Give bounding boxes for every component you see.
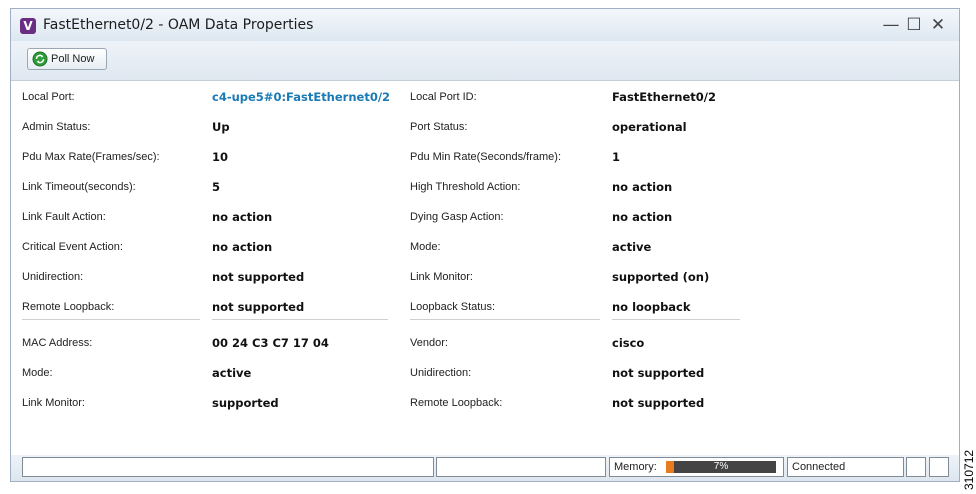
app-icon: V <box>20 18 36 34</box>
property-label: Local Port: <box>22 91 75 103</box>
divider-center-right <box>410 319 600 320</box>
property-label: Mode: <box>22 367 53 379</box>
property-row: Link Monitor: supported Remote Loopback: no… <box>11 393 959 413</box>
memory-indicator: Memory: 7% <box>609 457 784 477</box>
property-label: Unidirection: <box>22 271 84 283</box>
property-label: Unidirection: <box>410 367 472 379</box>
close-button[interactable]: ✕ <box>928 15 948 35</box>
minimize-button[interactable]: — <box>881 15 901 35</box>
poll-now-button[interactable]: Poll Now <box>27 48 107 70</box>
property-label: Link Monitor: <box>22 397 85 409</box>
property-value: no action <box>212 240 273 254</box>
property-label: High Threshold Action: <box>410 181 521 193</box>
property-row: Unidirection: not supported Link Monitor: s… <box>11 267 959 287</box>
property-value: FastEthernet0/2 <box>612 90 716 104</box>
property-row: Admin Status: Up Port Status: operational <box>11 117 959 137</box>
property-value: 1 <box>612 150 621 164</box>
property-row: Remote Loopback: not supported Loopback St… <box>11 297 959 317</box>
property-label: Link Monitor: <box>410 271 473 283</box>
property-label: Link Timeout(seconds): <box>22 181 136 193</box>
property-row: Link Timeout(seconds): 5 High Threshold Ac… <box>11 177 959 197</box>
property-value: 00 24 C3 C7 17 04 <box>212 336 329 350</box>
property-value: not supported <box>212 270 305 284</box>
property-value: supported (on) <box>612 270 710 284</box>
local-port-link[interactable]: c4-upe5#0:FastEthernet0/2 <box>212 87 390 107</box>
title-bar[interactable]: V FastEthernet0/2 - OAM Data Properties … <box>11 9 959 41</box>
property-row: Link Fault Action: no action Dying Gasp Ac… <box>11 207 959 227</box>
property-value: supported <box>212 396 279 410</box>
property-value: not supported <box>612 396 705 410</box>
figure-id: 310712 <box>962 449 976 490</box>
property-value: no action <box>612 210 673 224</box>
poll-now-label: Poll Now <box>51 53 95 65</box>
property-value: 5 <box>212 180 221 194</box>
property-label: Local Port ID: <box>410 91 477 103</box>
property-label: Port Status: <box>410 121 468 133</box>
property-row: Critical Event Action: no action Mode: acti… <box>11 237 959 257</box>
property-label: Loopback Status: <box>410 301 496 313</box>
memory-percent: 7% <box>713 461 729 472</box>
property-value: operational <box>612 120 687 134</box>
property-label: Remote Loopback: <box>22 301 115 313</box>
property-label: Vendor: <box>410 337 448 349</box>
property-label: Critical Event Action: <box>22 241 123 253</box>
property-label: MAC Address: <box>22 337 93 349</box>
memory-bar: 7% <box>666 461 776 473</box>
properties-window: V FastEthernet0/2 - OAM Data Properties … <box>10 8 960 482</box>
property-label: Pdu Max Rate(Frames/sec): <box>22 151 160 163</box>
refresh-icon <box>32 51 48 67</box>
status-bar: Memory: 7% Connected <box>11 455 959 481</box>
memory-bar-fill <box>666 461 674 473</box>
property-label: Dying Gasp Action: <box>410 211 504 223</box>
status-slot-2 <box>929 457 949 477</box>
property-label: Mode: <box>410 241 441 253</box>
property-value: active <box>612 240 652 254</box>
divider-right <box>612 319 740 320</box>
memory-label: Memory: <box>614 461 657 473</box>
property-row: MAC Address: 00 24 C3 C7 17 04 Vendor: cisc… <box>11 333 959 353</box>
property-label: Pdu Min Rate(Seconds/frame): <box>410 151 562 163</box>
property-value: not supported <box>212 300 305 314</box>
divider-center-left <box>212 319 388 320</box>
property-value: 10 <box>212 150 229 164</box>
property-value: no action <box>212 210 273 224</box>
property-value: no action <box>612 180 673 194</box>
status-slot-1 <box>906 457 926 477</box>
toolbar: Poll Now <box>11 41 959 81</box>
property-value: Up <box>212 120 230 134</box>
property-label: Link Fault Action: <box>22 211 106 223</box>
property-row: Pdu Max Rate(Frames/sec): 10 Pdu Min Rate(… <box>11 147 959 167</box>
divider-left <box>22 319 200 320</box>
property-value: active <box>212 366 252 380</box>
status-message-field <box>22 457 434 477</box>
connection-status: Connected <box>787 457 904 477</box>
property-label: Admin Status: <box>22 121 91 133</box>
property-row: Mode: active Unidirection: not supported <box>11 363 959 383</box>
property-row: Local Port: c4-upe5#0:FastEthernet0/2 Loca… <box>11 87 959 107</box>
window-title: FastEthernet0/2 - OAM Data Properties <box>43 17 314 33</box>
status-info-field <box>436 457 606 477</box>
property-value: no loopback <box>612 300 691 314</box>
maximize-button[interactable]: ☐ <box>904 15 924 35</box>
property-value: cisco <box>612 336 645 350</box>
property-value: not supported <box>612 366 705 380</box>
property-label: Remote Loopback: <box>410 397 503 409</box>
